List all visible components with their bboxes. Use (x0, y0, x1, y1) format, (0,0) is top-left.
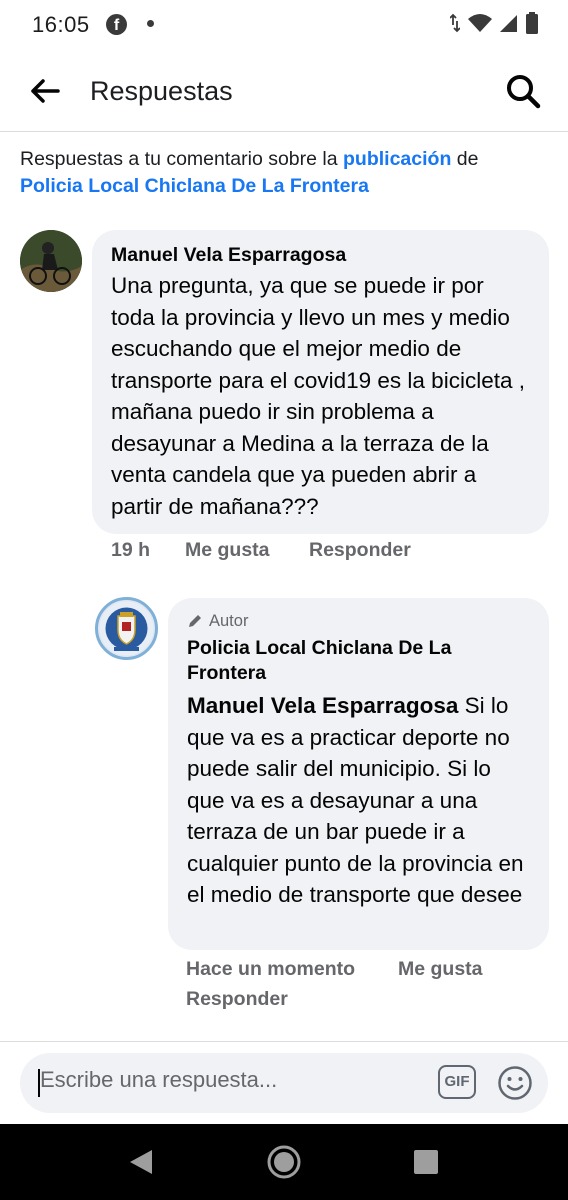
page-name-link[interactable]: Policia Local Chiclana De La Frontera (20, 175, 369, 197)
page-title: Respuestas (90, 76, 233, 106)
nav-home-icon[interactable] (266, 1144, 302, 1180)
system-icons (450, 12, 538, 34)
comment-actions: 19 h Me gusta Responder (111, 539, 411, 562)
author-badge-label: Autor (209, 611, 249, 630)
reply-bubble: Autor Policia Local Chiclana De La Front… (168, 598, 549, 950)
system-nav-bar (0, 1124, 568, 1200)
emoji-button[interactable] (497, 1065, 533, 1101)
police-badge-logo (99, 601, 154, 656)
pencil-icon (189, 615, 201, 627)
gif-button[interactable]: GIF (438, 1065, 476, 1099)
reply-author[interactable]: Policia Local Chiclana De La Frontera (187, 636, 531, 686)
signal-icon (500, 15, 517, 32)
reply-text: Manuel Vela Esparragosa Si lo que va es … (187, 690, 531, 911)
like-button[interactable]: Me gusta (185, 539, 309, 562)
nav-recents-icon[interactable] (414, 1150, 438, 1174)
author-badge: Autor (187, 610, 531, 632)
reply-input[interactable] (40, 1067, 420, 1093)
search-icon (507, 75, 541, 109)
reply-button[interactable]: Responder (309, 539, 411, 562)
arrow-left-icon (31, 79, 60, 103)
back-button[interactable] (28, 74, 62, 108)
comment-bubble: Manuel Vela Esparragosa Una pregunta, ya… (92, 230, 549, 534)
reply-reply-button[interactable]: Responder (186, 988, 288, 1010)
context-prefix: Respuestas a tu comentario sobre la (20, 148, 344, 170)
data-arrows-icon (450, 13, 460, 33)
reply-composer: GIF (20, 1053, 548, 1113)
reply-actions: Hace un momento Me gusta Responder (186, 954, 546, 1014)
publication-link[interactable]: publicación (343, 148, 451, 170)
search-button[interactable] (504, 72, 542, 110)
reply-like-button[interactable]: Me gusta (398, 958, 483, 980)
facebook-icon: f (106, 14, 127, 35)
comment-author[interactable]: Manuel Vela Esparragosa (111, 242, 531, 268)
avatar-photo (20, 230, 82, 292)
context-line: Respuestas a tu comentario sobre la publ… (20, 146, 550, 200)
reply-body: Si lo que va es a practicar deporte no p… (187, 693, 524, 907)
dot-icon (147, 20, 154, 27)
status-time: 16:05 (32, 12, 90, 37)
page-avatar[interactable] (95, 597, 158, 660)
comment-time: 19 h (111, 539, 151, 561)
mention-link[interactable]: Manuel Vela Esparragosa (187, 693, 458, 718)
composer-divider (0, 1041, 568, 1042)
context-middle: de (451, 148, 479, 170)
smiley-icon (498, 1066, 532, 1100)
reply-time: Hace un momento (186, 958, 356, 980)
avatar[interactable] (20, 230, 82, 292)
status-bar: 16:05 f (0, 0, 568, 50)
app-header: Respuestas (0, 50, 568, 132)
wifi-icon (468, 14, 492, 32)
nav-back-icon[interactable] (128, 1148, 154, 1176)
battery-icon (526, 12, 538, 34)
comment-text: Una pregunta, ya que se puede ir por tod… (111, 273, 525, 519)
